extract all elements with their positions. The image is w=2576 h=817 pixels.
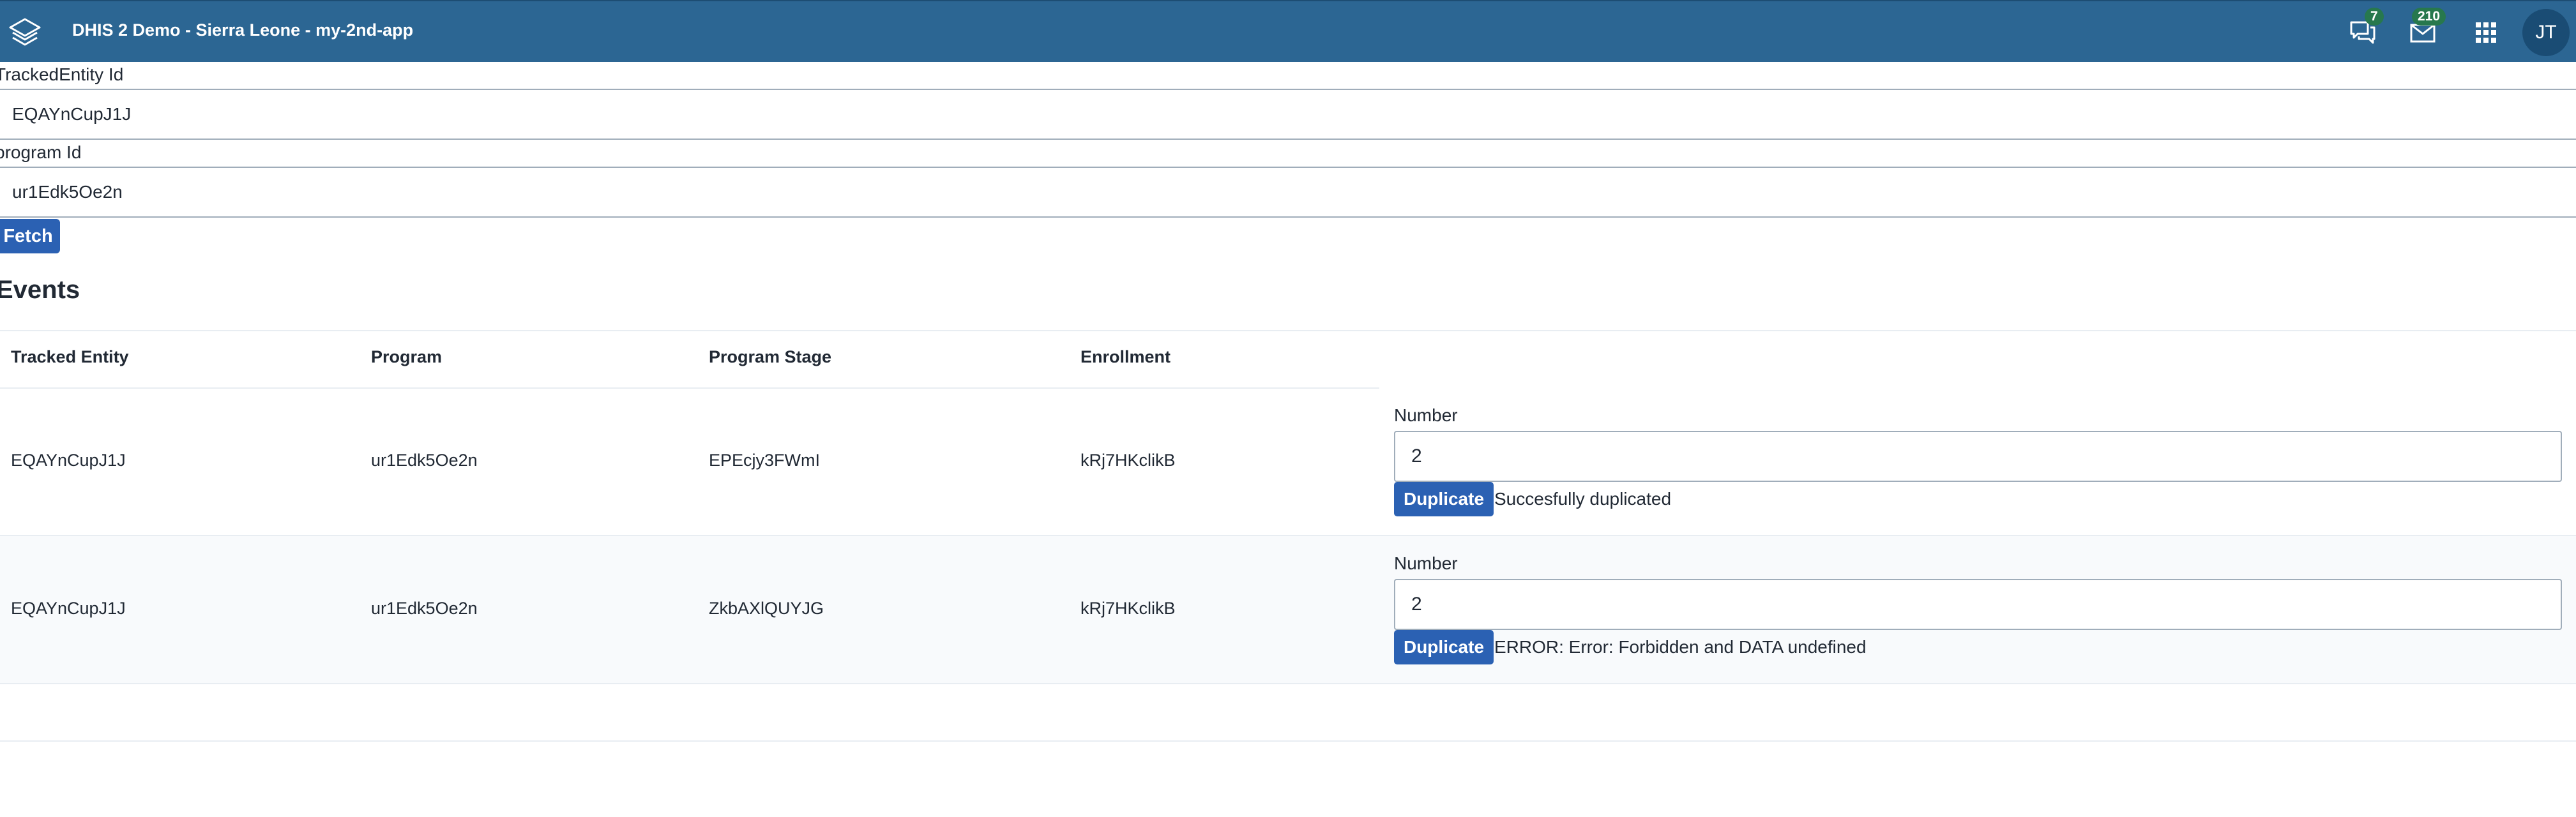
app-title: DHIS 2 Demo - Sierra Leone - my-2nd-app	[72, 20, 414, 40]
fetch-button[interactable]: Fetch	[0, 219, 60, 253]
cell-tracked-entity: EQAYnCupJ1J	[11, 599, 126, 618]
cell-enrollment: kRj7HKclikB	[1080, 599, 1176, 618]
column-header-program-stage: Program Stage	[709, 347, 832, 366]
apps-grid-icon[interactable]	[2472, 19, 2500, 47]
duplicate-button[interactable]: Duplicate	[1394, 630, 1494, 664]
cell-program-stage: EPEcjy3FWmI	[709, 451, 821, 470]
cell-program: ur1Edk5Oe2n	[371, 451, 478, 470]
tracked-entity-input[interactable]: EQAYnCupJ1J	[0, 89, 2576, 140]
dhis2-logo-icon[interactable]	[8, 15, 42, 50]
cell-tracked-entity: EQAYnCupJ1J	[11, 451, 126, 470]
column-header-tracked-entity: Tracked Entity	[11, 347, 129, 366]
program-label: program Id	[0, 142, 82, 162]
duplicate-status: Succesfully duplicated	[1494, 489, 1672, 509]
tracked-entity-label: TrackedEntity Id	[0, 64, 124, 84]
number-label: Number	[1394, 553, 1458, 573]
events-heading: Events	[0, 276, 80, 304]
header-bar: DHIS 2 Demo - Sierra Leone - my-2nd-app …	[0, 0, 2576, 62]
cell-program: ur1Edk5Oe2n	[371, 599, 478, 618]
number-input[interactable]: 2	[1394, 579, 2562, 630]
cell-program-stage: ZkbAXlQUYJG	[709, 599, 824, 618]
header-row-border	[0, 387, 1379, 389]
duplicate-status: ERROR: Error: Forbidden and DATA undefin…	[1494, 637, 1867, 657]
interpretations-badge: 7	[2365, 8, 2384, 26]
cell-enrollment: kRj7HKclikB	[1080, 451, 1176, 470]
number-input[interactable]: 2	[1394, 431, 2562, 482]
duplicate-button[interactable]: Duplicate	[1394, 482, 1494, 516]
table-top-border	[0, 330, 2576, 331]
column-header-program: Program	[371, 347, 443, 366]
messages-badge: 210	[2412, 8, 2446, 26]
row-divider	[0, 683, 2576, 684]
user-avatar[interactable]: JT	[2522, 9, 2570, 56]
number-label: Number	[1394, 405, 1458, 425]
column-header-enrollment: Enrollment	[1080, 347, 1171, 366]
table-bottom-border	[0, 740, 2576, 742]
program-input[interactable]: ur1Edk5Oe2n	[0, 167, 2576, 218]
